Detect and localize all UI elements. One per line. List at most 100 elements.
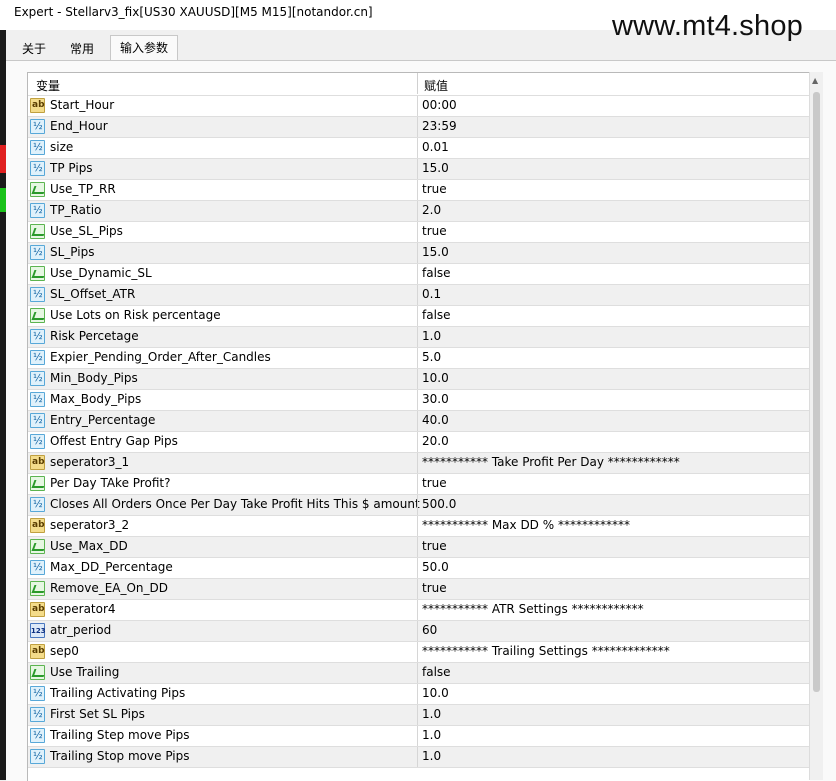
table-row[interactable]: End_Hour 23:59 [28, 116, 810, 138]
parameter-name: Use_SL_Pips [50, 224, 123, 238]
tf-icon [30, 665, 45, 680]
scrollbar-thumb[interactable] [813, 92, 820, 692]
parameter-value[interactable]: 40.0 [422, 413, 449, 427]
vertical-scrollbar[interactable]: ▲ [809, 72, 823, 780]
parameter-name: TP_Ratio [50, 203, 102, 217]
parameter-value[interactable]: 2.0 [422, 203, 441, 217]
table-row[interactable]: atr_period 60 [28, 620, 810, 642]
column-divider [417, 369, 418, 390]
table-row[interactable]: sep0 *********** Trailing Settings *****… [28, 641, 810, 663]
table-row[interactable]: Use Trailing false [28, 662, 810, 684]
table-row[interactable]: Use_SL_Pips true [28, 221, 810, 243]
parameter-value[interactable]: 1.0 [422, 728, 441, 742]
parameter-value[interactable]: 30.0 [422, 392, 449, 406]
column-divider [417, 96, 418, 117]
table-row[interactable]: First Set SL Pips 1.0 [28, 704, 810, 726]
parameter-value[interactable]: 15.0 [422, 161, 449, 175]
parameter-name: Min_Body_Pips [50, 371, 138, 385]
column-divider [417, 453, 418, 474]
v2-icon [30, 350, 45, 365]
parameter-value[interactable]: 500.0 [422, 497, 456, 511]
table-row[interactable]: Risk Percetage 1.0 [28, 326, 810, 348]
tab-inputs[interactable]: 输入参数 [110, 35, 178, 61]
v2-icon [30, 560, 45, 575]
ab-icon [30, 98, 45, 113]
column-divider [417, 390, 418, 411]
header-divider[interactable] [417, 73, 418, 94]
parameter-value[interactable]: true [422, 581, 447, 595]
table-row[interactable]: Trailing Stop move Pips 1.0 [28, 746, 810, 768]
parameter-value[interactable]: true [422, 476, 447, 490]
parameter-value[interactable]: 10.0 [422, 371, 449, 385]
parameter-value[interactable]: 50.0 [422, 560, 449, 574]
parameter-value[interactable]: true [422, 182, 447, 196]
v2-icon [30, 329, 45, 344]
parameter-value[interactable]: *********** ATR Settings ************ [422, 602, 644, 616]
column-divider [417, 411, 418, 432]
tab-common[interactable]: 常用 [60, 38, 104, 60]
parameter-value[interactable]: 23:59 [422, 119, 457, 133]
table-row[interactable]: size 0.01 [28, 137, 810, 159]
table-row[interactable]: Min_Body_Pips 10.0 [28, 368, 810, 390]
parameter-value[interactable]: *********** Take Profit Per Day ********… [422, 455, 680, 469]
parameter-value[interactable]: true [422, 539, 447, 553]
header-value[interactable]: 赋值 [424, 77, 448, 94]
parameter-value[interactable]: 5.0 [422, 350, 441, 364]
tf-icon [30, 224, 45, 239]
parameter-value[interactable]: 0.1 [422, 287, 441, 301]
parameter-value[interactable]: false [422, 266, 451, 280]
table-row[interactable]: seperator4 *********** ATR Settings ****… [28, 599, 810, 621]
parameter-name: Max_Body_Pips [50, 392, 142, 406]
table-row[interactable]: Max_DD_Percentage 50.0 [28, 557, 810, 579]
parameter-value[interactable]: *********** Max DD % ************ [422, 518, 630, 532]
table-row[interactable]: Offest Entry Gap Pips 20.0 [28, 431, 810, 453]
parameter-name: Use_TP_RR [50, 182, 116, 196]
tab-about[interactable]: 关于 [14, 38, 54, 60]
tf-icon [30, 266, 45, 281]
parameter-value[interactable]: false [422, 308, 451, 322]
parameter-value[interactable]: false [422, 665, 451, 679]
parameter-value[interactable]: 60 [422, 623, 437, 637]
column-divider [417, 264, 418, 285]
table-row[interactable]: Start_Hour 00:00 [28, 95, 810, 117]
parameter-value[interactable]: 1.0 [422, 707, 441, 721]
scroll-up-arrow-icon[interactable]: ▲ [812, 76, 818, 85]
tf-icon [30, 308, 45, 323]
parameter-value[interactable]: *********** Trailing Settings **********… [422, 644, 670, 658]
table-row[interactable]: Entry_Percentage 40.0 [28, 410, 810, 432]
table-row[interactable]: Use_Max_DD true [28, 536, 810, 558]
table-row[interactable]: seperator3_1 *********** Take Profit Per… [28, 452, 810, 474]
table-row[interactable]: SL_Pips 15.0 [28, 242, 810, 264]
table-row[interactable]: Trailing Activating Pips 10.0 [28, 683, 810, 705]
parameter-name: Start_Hour [50, 98, 115, 112]
table-row[interactable]: Max_Body_Pips 30.0 [28, 389, 810, 411]
parameter-value[interactable]: 10.0 [422, 686, 449, 700]
table-row[interactable]: Expier_Pending_Order_After_Candles 5.0 [28, 347, 810, 369]
parameter-value[interactable]: 1.0 [422, 329, 441, 343]
parameter-value[interactable]: 15.0 [422, 245, 449, 259]
header-variable[interactable]: 变量 [36, 77, 60, 94]
table-row[interactable]: Use_Dynamic_SL false [28, 263, 810, 285]
table-row[interactable]: SL_Offset_ATR 0.1 [28, 284, 810, 306]
parameter-value[interactable]: 1.0 [422, 749, 441, 763]
table-row[interactable]: Per Day TAke Profit? true [28, 473, 810, 495]
parameter-name: Trailing Stop move Pips [50, 749, 190, 763]
table-row[interactable]: Use_TP_RR true [28, 179, 810, 201]
table-row[interactable]: Trailing Step move Pips 1.0 [28, 725, 810, 747]
table-row[interactable]: TP_Ratio 2.0 [28, 200, 810, 222]
parameter-value[interactable]: 00:00 [422, 98, 457, 112]
column-divider [417, 600, 418, 621]
table-row[interactable]: seperator3_2 *********** Max DD % ******… [28, 515, 810, 537]
parameter-value[interactable]: 20.0 [422, 434, 449, 448]
column-divider [417, 306, 418, 327]
ab-icon [30, 644, 45, 659]
parameter-value[interactable]: 0.01 [422, 140, 449, 154]
table-row[interactable]: TP Pips 15.0 [28, 158, 810, 180]
table-row[interactable]: Closes All Orders Once Per Day Take Prof… [28, 494, 810, 516]
column-divider [417, 159, 418, 180]
table-row[interactable]: Remove_EA_On_DD true [28, 578, 810, 600]
table-row-partial [28, 767, 810, 781]
parameter-name: Expier_Pending_Order_After_Candles [50, 350, 271, 364]
table-row[interactable]: Use Lots on Risk percentage false [28, 305, 810, 327]
parameter-value[interactable]: true [422, 224, 447, 238]
